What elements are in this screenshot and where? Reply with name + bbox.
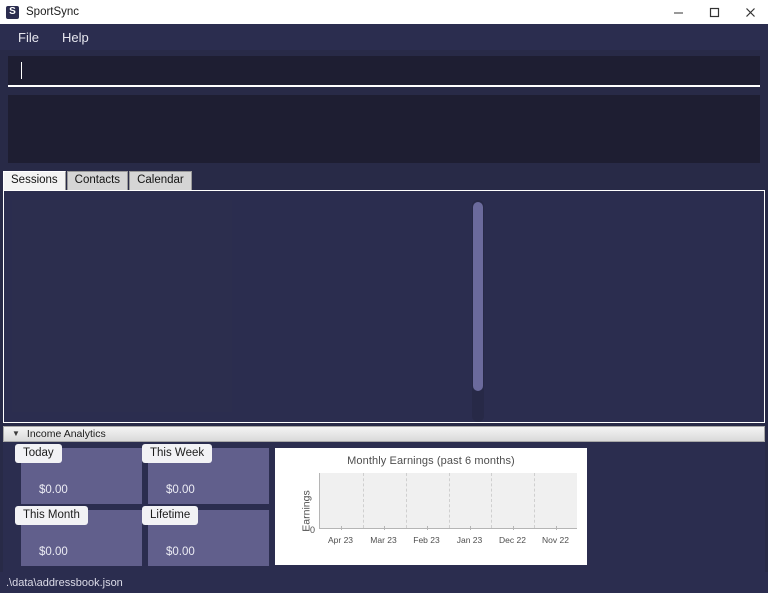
- income-analytics-section: ▼ Income Analytics Today $0.00 This Week…: [3, 426, 765, 572]
- chart-x-tick-label: Jan 23: [456, 535, 483, 545]
- chart-gridline: [534, 473, 536, 528]
- stat-card-today: Today $0.00: [15, 444, 142, 504]
- income-analytics-body: Today $0.00 This Week $0.00 This Month $…: [3, 442, 765, 572]
- stat-label-this-week: This Week: [142, 444, 213, 464]
- maximize-icon[interactable]: [696, 0, 732, 24]
- chart-x-tick-mark: [469, 526, 471, 530]
- chart-x-tick-mark: [383, 526, 385, 530]
- title-bar-left: S SportSync: [0, 5, 80, 19]
- chart-x-tick-mark: [426, 526, 428, 530]
- chart-x-tick-mark: [555, 526, 557, 530]
- command-area: [0, 50, 768, 163]
- stat-value-lifetime: $0.00: [166, 546, 195, 558]
- app-logo-icon: S: [6, 5, 19, 19]
- stat-card-this-week: This Week $0.00: [142, 444, 269, 504]
- stat-value-today: $0.00: [39, 484, 68, 496]
- command-result-box: [8, 95, 760, 163]
- menu-item-file[interactable]: File: [9, 28, 48, 47]
- stat-value-this-month: $0.00: [39, 546, 68, 558]
- tab-contacts[interactable]: Contacts: [66, 171, 129, 190]
- menu-bar: File Help: [0, 24, 768, 50]
- chart-gridline: [448, 473, 450, 528]
- stat-card-this-month: This Month $0.00: [15, 506, 142, 566]
- stat-card-lifetime: Lifetime $0.00: [142, 506, 269, 566]
- sessions-list-panel: [3, 190, 765, 423]
- application-window: S SportSync File Help Sessions Contacts …: [0, 0, 768, 593]
- stat-value-this-week: $0.00: [166, 484, 195, 496]
- chart-x-tick-label: Feb 23: [413, 535, 440, 545]
- triangle-down-icon[interactable]: ▼: [12, 430, 20, 438]
- income-analytics-title: Income Analytics: [26, 428, 106, 440]
- monthly-earnings-chart: Monthly Earnings (past 6 months) Earning…: [275, 448, 587, 565]
- tab-bar: Sessions Contacts Calendar: [0, 171, 768, 190]
- chart-x-tick-mark: [340, 526, 342, 530]
- text-caret: [21, 62, 22, 79]
- chart-x-tick-label: Apr 23: [327, 535, 354, 545]
- vertical-scrollbar-thumb[interactable]: [473, 202, 483, 391]
- tab-sessions[interactable]: Sessions: [3, 171, 66, 190]
- close-icon[interactable]: [732, 0, 768, 24]
- stat-label-this-month: This Month: [15, 506, 88, 526]
- sessions-list-inset: [12, 200, 232, 412]
- tab-calendar[interactable]: Calendar: [129, 171, 192, 190]
- chart-x-axis-ticks: Apr 23 Mar 23 Feb 23 Jan 23 Dec 22 Nov 22: [319, 526, 577, 548]
- chart-area: Earnings 0 Apr 23 Mar 23 Feb 23 Jan 23 Dec 2…: [277, 471, 585, 551]
- stat-label-today: Today: [15, 444, 62, 464]
- title-bar: S SportSync: [0, 0, 768, 24]
- minimize-icon[interactable]: [660, 0, 696, 24]
- status-bar: .\data\addressbook.json: [0, 572, 768, 593]
- chart-gridline: [405, 473, 407, 528]
- window-title: SportSync: [26, 6, 80, 18]
- chart-x-tick-label: Nov 22: [542, 535, 569, 545]
- chart-gridline: [491, 473, 493, 528]
- chart-title: Monthly Earnings (past 6 months): [347, 455, 515, 467]
- chart-plot-area: [319, 473, 577, 529]
- chart-y-tick-0: 0: [310, 525, 316, 535]
- chart-x-tick-label: Mar 23: [370, 535, 397, 545]
- menu-item-help[interactable]: Help: [53, 28, 98, 47]
- chart-x-tick-label: Dec 22: [499, 535, 526, 545]
- chart-x-tick-mark: [512, 526, 514, 530]
- chart-gridline: [362, 473, 364, 528]
- income-stats-grid: Today $0.00 This Week $0.00 This Month $…: [3, 444, 275, 572]
- command-input[interactable]: [8, 56, 760, 87]
- income-analytics-header[interactable]: ▼ Income Analytics: [3, 426, 765, 442]
- stat-label-lifetime: Lifetime: [142, 506, 199, 526]
- window-controls: [660, 0, 768, 24]
- status-bar-path: .\data\addressbook.json: [6, 576, 123, 589]
